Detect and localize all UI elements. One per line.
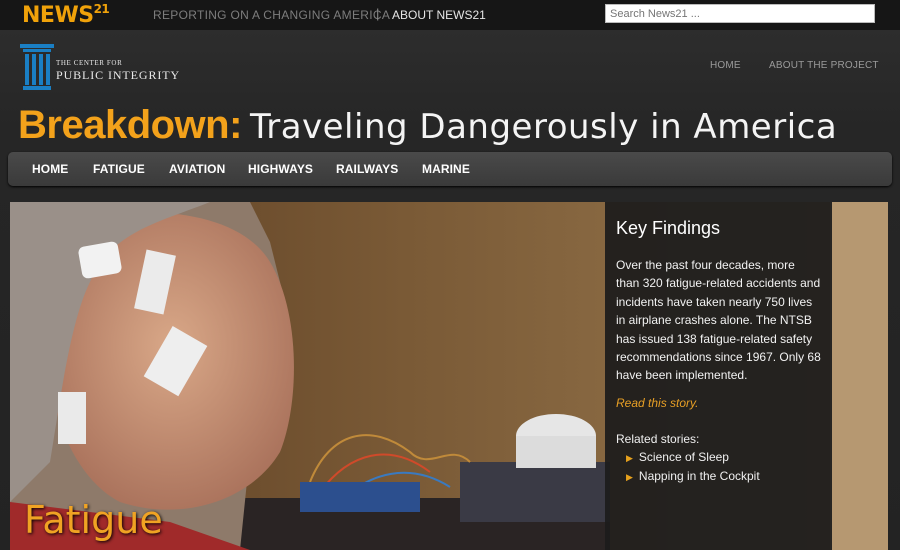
related-story-item[interactable]: ▶ Napping in the Cockpit xyxy=(616,467,821,486)
org-big-text: PUBLIC INTEGRITY xyxy=(56,68,181,82)
nav-highways[interactable]: HIGHWAYS xyxy=(248,162,313,176)
read-story-link[interactable]: Read this story. xyxy=(616,396,821,410)
news21-logo-sup: 21 xyxy=(93,2,110,16)
title-sub: Traveling Dangerously in America xyxy=(249,107,838,147)
nav-home[interactable]: HOME xyxy=(32,162,68,176)
search-input[interactable] xyxy=(605,4,875,23)
triangle-bullet-icon: ▶ xyxy=(626,452,633,463)
column-icon[interactable] xyxy=(20,44,54,95)
related-story-item[interactable]: ▶ Science of Sleep xyxy=(616,448,821,467)
related-stories-title: Related stories: xyxy=(616,431,700,446)
news21-logo-text: NEWS xyxy=(22,3,94,28)
top-bar: NEWS21 REPORTING ON A CHANGING AMERICA |… xyxy=(0,0,900,30)
org-small-text: THE CENTER FOR xyxy=(56,59,123,67)
main-nav: HOME FATIGUE AVIATION HIGHWAYS RAILWAYS … xyxy=(8,152,892,186)
key-findings-title: Key Findings xyxy=(616,218,721,238)
triangle-bullet-icon: ▶ xyxy=(626,471,633,482)
related-story-label: Napping in the Cockpit xyxy=(638,468,760,483)
header-home-link[interactable]: HOME xyxy=(710,60,741,71)
title-main: Breakdown: xyxy=(18,103,242,147)
about-news21-link[interactable]: ABOUT NEWS21 xyxy=(392,8,486,22)
hero-caption[interactable]: Fatigue xyxy=(24,498,163,542)
nav-fatigue[interactable]: FATIGUE xyxy=(93,162,145,176)
separator: | xyxy=(376,6,380,21)
nav-aviation[interactable]: AVIATION xyxy=(169,162,225,176)
related-story-label: Science of Sleep xyxy=(638,449,729,464)
nav-railways[interactable]: RAILWAYS xyxy=(336,162,398,176)
key-findings-panel: Key Findings Over the past four decades,… xyxy=(605,202,832,550)
nav-marine[interactable]: MARINE xyxy=(422,162,470,176)
tagline: REPORTING ON A CHANGING AMERICA xyxy=(153,8,391,22)
related-stories-list: ▶ Science of Sleep ▶ Napping in the Cockpi… xyxy=(616,448,821,486)
key-findings-text: Over the past four decades, more than 32… xyxy=(616,258,821,383)
cpi-logo-text[interactable]: THE CENTER FOR PUBLIC INTEGRITY xyxy=(56,59,181,82)
page-title: Breakdown: Traveling Dangerously in Ameri… xyxy=(18,103,837,148)
header-about-project-link[interactable]: ABOUT THE PROJECT xyxy=(769,60,879,71)
news21-logo[interactable]: NEWS21 xyxy=(22,2,110,28)
